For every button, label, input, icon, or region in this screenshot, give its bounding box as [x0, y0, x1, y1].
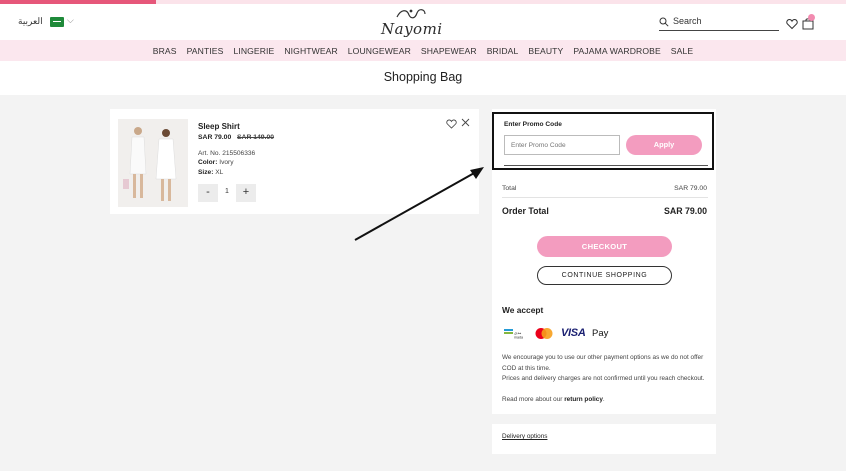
we-accept-title: We accept — [502, 305, 544, 315]
product-article: Art. No. 215506336 — [198, 150, 255, 157]
product-name[interactable]: Sleep Shirt — [198, 122, 240, 131]
apple-pay-icon: Pay — [592, 328, 608, 339]
quantity-value: 1 — [225, 188, 229, 195]
saudi-flag-icon[interactable] — [50, 17, 64, 27]
product-size: Size: XL — [198, 169, 223, 176]
size-label: Size: — [198, 169, 214, 176]
nav-item-shapewear[interactable]: SHAPEWEAR — [416, 46, 482, 56]
language-switch[interactable]: العربية — [18, 16, 43, 27]
remove-item-close-icon[interactable] — [461, 118, 470, 127]
nav-item-lingerie[interactable]: LINGERIE — [228, 46, 279, 56]
total-label: Total — [502, 185, 517, 192]
payment-note-cod: We encourage you to use our other paymen… — [502, 354, 704, 372]
total-value: SAR 79.00 — [674, 185, 707, 192]
nav-item-pajama-wardrobe[interactable]: PAJAMA WARDROBE — [568, 46, 665, 56]
payment-note-prices: Prices and delivery charges are not conf… — [502, 375, 705, 382]
return-policy-note: Read more about our return policy. — [502, 395, 706, 406]
order-total-label: Order Total — [502, 206, 549, 216]
product-image[interactable] — [118, 119, 188, 207]
quantity-decrease-button[interactable]: - — [198, 184, 218, 202]
wishlist-heart-icon[interactable] — [786, 18, 798, 30]
apply-promo-button[interactable]: Apply — [626, 135, 702, 155]
checkout-button[interactable]: CHECKOUT — [537, 236, 672, 257]
delivery-options-card: Delivery options — [492, 424, 716, 454]
return-policy-suffix: . — [602, 396, 605, 403]
apple-pay-label: Pay — [592, 328, 609, 339]
continue-shopping-button[interactable]: CONTINUE SHOPPING — [537, 266, 672, 285]
nav-item-loungewear[interactable]: LOUNGEWEAR — [343, 46, 416, 56]
nav-item-panties[interactable]: PANTIES — [182, 46, 229, 56]
search-icon[interactable] — [659, 17, 669, 27]
chevron-down-icon[interactable]: ⌵ — [67, 15, 74, 26]
mada-icon: مدى mada — [504, 329, 523, 340]
nav-item-bridal[interactable]: BRIDAL — [482, 46, 524, 56]
article-number: 215506336 — [222, 150, 256, 157]
order-summary-card: Enter Promo Code Apply Total SAR 79.00 O… — [492, 109, 716, 414]
nav-item-sale[interactable]: SALE — [666, 46, 698, 56]
promo-code-section: Enter Promo Code Apply — [492, 112, 714, 170]
order-total-value: SAR 79.00 — [663, 206, 707, 216]
product-photo — [118, 119, 188, 207]
nav-item-nightwear[interactable]: NIGHTWEAR — [279, 46, 342, 56]
promo-title: Enter Promo Code — [504, 121, 562, 128]
return-policy-link[interactable]: return policy — [564, 396, 603, 403]
promo-code-input[interactable] — [504, 135, 620, 155]
move-to-wishlist-heart-icon[interactable] — [446, 119, 457, 129]
cart-item-card: Sleep Shirt SAR 79.00 SAR 149.00 Art. No… — [110, 109, 479, 214]
page-title-bar: Shopping Bag — [0, 61, 846, 95]
site-header: العربية ⌵ Nayomi Search — [0, 4, 846, 40]
return-policy-prefix: Read more about our — [502, 396, 563, 403]
nayomi-logo[interactable]: Nayomi — [381, 6, 443, 40]
search-field[interactable]: Search — [659, 16, 779, 31]
visa-icon: VISA — [561, 327, 586, 339]
color-value: Ivory — [219, 159, 234, 166]
article-label: Art. No. — [198, 150, 221, 157]
svg-text:مدى: مدى — [514, 330, 521, 335]
logo-ornament-icon — [396, 9, 426, 19]
search-label[interactable]: Search — [673, 16, 702, 26]
logo-text: Nayomi — [381, 20, 443, 38]
product-color: Color: Ivory — [198, 159, 234, 166]
nav-item-bras[interactable]: BRAS — [148, 46, 182, 56]
delivery-options-link[interactable]: Delivery options — [502, 433, 547, 440]
size-value: XL — [215, 169, 224, 176]
page-title: Shopping Bag — [383, 70, 463, 84]
svg-text:mada: mada — [514, 336, 523, 340]
product-old-price: SAR 149.00 — [237, 134, 275, 141]
total-divider — [502, 197, 708, 198]
product-price: SAR 79.00 — [198, 134, 232, 141]
category-nav: BRAS PANTIES LINGERIE NIGHTWEAR LOUNGEWE… — [0, 40, 846, 61]
quantity-increase-button[interactable]: + — [236, 184, 256, 202]
nav-item-beauty[interactable]: BEAUTY — [523, 46, 568, 56]
bag-count-badge — [808, 14, 815, 21]
mastercard-icon — [535, 328, 553, 339]
payment-methods: مدى mada VISA Pay — [504, 326, 704, 342]
promo-divider — [504, 165, 708, 166]
color-label: Color: — [198, 159, 218, 166]
